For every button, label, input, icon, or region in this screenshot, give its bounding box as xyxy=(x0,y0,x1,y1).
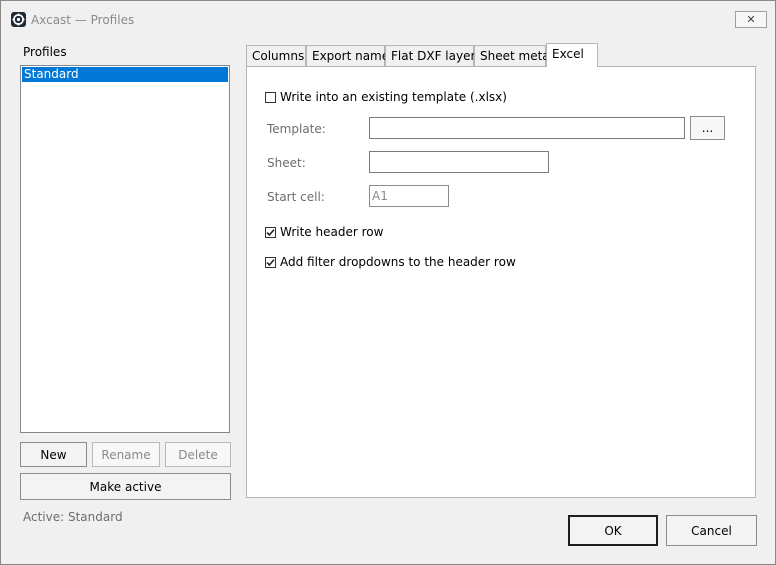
header-row-checkbox[interactable] xyxy=(265,227,276,238)
ok-button[interactable]: OK xyxy=(568,515,658,546)
app-logo-icon xyxy=(11,12,26,27)
delete-profile-button[interactable]: Delete xyxy=(165,442,231,467)
excel-tab-panel: Write into an existing template (.xlsx) … xyxy=(246,66,756,498)
template-path-input[interactable] xyxy=(369,117,685,139)
tab-excel[interactable]: Excel xyxy=(546,43,598,67)
profiles-list[interactable]: Standard xyxy=(20,65,230,433)
title-bar: Axcast — Profiles ✕ xyxy=(1,1,775,35)
sheet-input[interactable] xyxy=(369,151,549,173)
browse-template-button[interactable]: ... xyxy=(690,116,725,140)
write-template-label[interactable]: Write into an existing template (.xlsx) xyxy=(280,90,507,104)
profiles-label: Profiles xyxy=(23,45,67,59)
close-icon: ✕ xyxy=(746,13,756,26)
close-button[interactable]: ✕ xyxy=(735,11,767,28)
start-cell-input[interactable]: A1 xyxy=(369,185,449,207)
make-active-button[interactable]: Make active xyxy=(20,473,231,500)
start-cell-label: Start cell: xyxy=(267,190,325,204)
header-row-label[interactable]: Write header row xyxy=(280,225,383,239)
new-profile-button[interactable]: New xyxy=(20,442,87,467)
profile-item-standard[interactable]: Standard xyxy=(22,67,228,82)
cancel-button[interactable]: Cancel xyxy=(666,515,757,546)
write-template-checkbox[interactable] xyxy=(265,92,276,103)
filter-dropdowns-label[interactable]: Add filter dropdowns to the header row xyxy=(280,255,516,269)
checkmark-icon xyxy=(266,229,275,237)
tab-sheet-metal[interactable]: Sheet metal xyxy=(474,45,553,66)
active-profile-status: Active: Standard xyxy=(23,510,123,524)
tab-flat-dxf-layers[interactable]: Flat DXF layers xyxy=(385,45,482,66)
window-title: Axcast — Profiles xyxy=(31,13,135,27)
template-label: Template: xyxy=(267,122,326,136)
tab-columns[interactable]: Columns xyxy=(246,45,306,66)
sheet-label: Sheet: xyxy=(267,156,306,170)
checkmark-icon xyxy=(266,259,275,267)
filter-dropdowns-checkbox[interactable] xyxy=(265,257,276,268)
rename-profile-button[interactable]: Rename xyxy=(92,442,160,467)
tab-export-name[interactable]: Export name xyxy=(306,45,389,66)
profiles-dialog: Axcast — Profiles ✕ Profiles Standard Ne… xyxy=(0,0,776,565)
